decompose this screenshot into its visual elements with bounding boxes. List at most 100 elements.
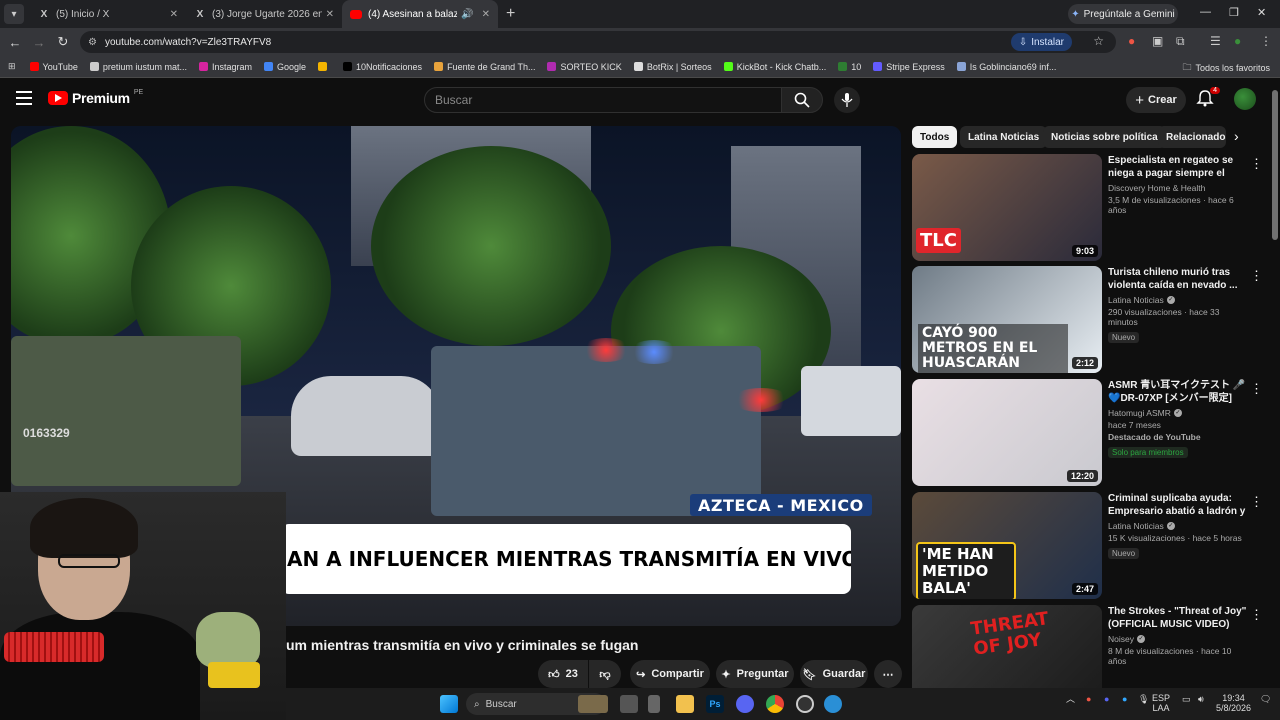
bookmark-item[interactable]: KickBot - Kick Chatb... (723, 62, 826, 72)
clock[interactable]: 19:34 5/8/2026 (1216, 693, 1251, 713)
channel-name-row[interactable]: Hatomugi ASMR ✓ (1108, 408, 1248, 418)
bookmark-item[interactable]: Google (263, 62, 306, 72)
bookmark-item[interactable]: 10 (838, 62, 861, 72)
notifications-button[interactable]: 4 (1196, 87, 1220, 109)
video-title[interactable]: ASMR 青い耳マイクテスト 🎤 💙DR-07XP [メンバー限定] (1108, 379, 1248, 405)
all-bookmarks[interactable]: 🗀 Todos los favoritos (1182, 60, 1270, 76)
apps-grid-icon[interactable]: ⊞ (8, 61, 16, 72)
app-icon[interactable] (648, 695, 660, 713)
video-thumbnail[interactable]: 'ME HAN METIDO BALA' 2:47 (912, 492, 1102, 599)
extensions-puzzle-icon[interactable]: ⧉ (1176, 34, 1185, 49)
back-arrow-icon[interactable]: ← (3, 35, 27, 50)
chip-todos[interactable]: Todos (912, 126, 958, 148)
search-button[interactable] (781, 87, 823, 113)
chip-noticias-politica[interactable]: Noticias sobre política (1043, 126, 1166, 148)
reload-icon[interactable]: ↻ (51, 34, 75, 50)
forward-arrow-icon[interactable]: → (27, 35, 51, 50)
channel-name-row[interactable]: Latina Noticias ✓ (1108, 295, 1248, 305)
video-thumbnail[interactable]: 12:20 (912, 379, 1102, 486)
search-input[interactable]: Buscar (424, 87, 782, 113)
like-button[interactable]: 👍︎ 23 (538, 660, 588, 688)
page-scrollbar[interactable] (1272, 90, 1278, 240)
ask-gemini-button[interactable]: ✦ Pregúntale a Gemini (1068, 4, 1178, 24)
bookmark-item[interactable]: pretium iustum mat... (89, 62, 187, 72)
share-button[interactable]: ↪ Compartir (630, 660, 710, 688)
channel-name-row[interactable]: Discovery Home & Health (1108, 183, 1248, 193)
browser-menu-icon[interactable]: ⋮ (1260, 34, 1272, 48)
notification-center-icon[interactable]: 🗨︎ (1260, 694, 1271, 704)
bookmark-item[interactable]: 10Notificaciones (343, 62, 422, 72)
bookmark-item[interactable]: Is Goblinciano69 inf... (956, 62, 1056, 72)
video-title[interactable]: Turista chileno murió tras violenta caíd… (1108, 266, 1248, 292)
channel-name-row[interactable]: Latina Noticias ✓ (1108, 521, 1248, 531)
discord-icon[interactable] (736, 695, 754, 713)
chip-latina-noticias[interactable]: Latina Noticias (960, 126, 1048, 148)
video-thumbnail[interactable]: CAYÓ 900 METROS EN EL HUASCARÁN 2:12 (912, 266, 1102, 373)
new-tab-button[interactable]: + (506, 5, 515, 23)
address-bar[interactable]: ⚙ youtube.com/watch?v=Zle3TRAYFV8 ⇩ Inst… (80, 31, 1116, 53)
bookmark-item[interactable]: BotRix | Sorteos (633, 62, 712, 72)
chrome-icon[interactable] (766, 695, 784, 713)
close-tab-icon[interactable]: ✕ (326, 9, 334, 20)
tray-mic-icon[interactable]: 🎙︎ (1138, 694, 1149, 704)
site-info-icon[interactable]: ⚙ (88, 37, 97, 48)
more-vertical-icon[interactable]: ⋮ (1250, 156, 1263, 172)
browser-tab-1[interactable]: X (5) Inicio / X ✕ (30, 0, 186, 28)
dislike-button[interactable]: 👎︎ (589, 660, 621, 688)
bookmark-item[interactable]: SORTEO KICK (547, 62, 622, 72)
language-indicator[interactable]: ESP LAA (1152, 693, 1170, 713)
more-vertical-icon[interactable]: ⋮ (1250, 381, 1263, 397)
photoshop-icon[interactable]: Ps (706, 695, 724, 713)
video-thumbnail[interactable]: TLC 9:03 (912, 154, 1102, 261)
youtube-premium-logo[interactable]: Premium PE (48, 89, 143, 106)
recommended-video[interactable]: TLC 9:03 Especialista en regateo se niega … (912, 154, 1270, 262)
more-vertical-icon[interactable]: ⋮ (1250, 607, 1263, 623)
tray-app-icon[interactable]: ● (1104, 694, 1109, 704)
tray-app-icon[interactable]: ● (1086, 694, 1091, 704)
close-tab-icon[interactable]: ✕ (170, 9, 178, 20)
browser-tab-3-active[interactable]: (4) Asesinan a balazos al inf... 🔊 ✕ (342, 0, 498, 28)
app-icon[interactable] (796, 695, 814, 713)
bookmark-item[interactable]: YouTube (29, 62, 78, 72)
bookmark-item[interactable] (318, 62, 331, 71)
menu-icon[interactable] (16, 91, 32, 105)
restore-icon[interactable]: ❐ (1229, 6, 1239, 19)
video-title[interactable]: Criminal suplicaba ayuda: Empresario aba… (1108, 492, 1248, 518)
minimize-icon[interactable]: — (1200, 6, 1211, 18)
recommended-video[interactable]: CAYÓ 900 METROS EN EL HUASCARÁN 2:12 Turis… (912, 266, 1270, 374)
recommended-video[interactable]: 12:20 ASMR 青い耳マイクテスト 🎤 💙DR-07XP [メンバー限定] H… (912, 379, 1270, 487)
file-explorer-icon[interactable] (676, 695, 694, 713)
install-app-button[interactable]: ⇩ Instalar (1010, 33, 1072, 51)
show-hidden-icons[interactable]: ︿ (1066, 694, 1075, 704)
extension-icon[interactable]: ▣ (1152, 34, 1163, 48)
ask-button[interactable]: ✦ Preguntar (716, 660, 794, 688)
close-window-icon[interactable]: ✕ (1257, 6, 1266, 19)
windows-start-icon[interactable] (440, 695, 458, 713)
extension-icon[interactable]: ● (1128, 34, 1135, 48)
bookmark-item[interactable]: Fuente de Grand Th... (434, 62, 535, 72)
speaker-icon[interactable]: 🔊 (461, 9, 473, 20)
close-tab-icon[interactable]: ✕ (482, 9, 490, 20)
create-button[interactable]: + Crear (1126, 87, 1186, 113)
chip-relacionados[interactable]: Relacionados (1158, 126, 1226, 148)
bookmark-star-icon[interactable]: ☆ (1093, 34, 1104, 48)
browser-tab-2[interactable]: X (3) Jorge Ugarte 2026 en X: "M... ✕ (186, 0, 342, 28)
chevron-right-icon[interactable]: › (1234, 128, 1239, 144)
save-button[interactable]: 🔖︎ Guardar (800, 660, 868, 688)
video-title[interactable]: Especialista en regateo se niega a pagar… (1108, 154, 1248, 180)
more-vertical-icon[interactable]: ⋮ (1250, 494, 1263, 510)
bookmark-item[interactable]: Stripe Express (873, 62, 945, 72)
more-vertical-icon[interactable]: ⋮ (1250, 268, 1263, 284)
account-avatar[interactable] (1234, 88, 1256, 110)
tray-app-icon[interactable]: ● (1122, 694, 1127, 704)
network-icon[interactable]: ▭ (1182, 694, 1191, 704)
task-view-icon[interactable] (620, 695, 638, 713)
tab-search-menu-button[interactable]: ▾ (4, 4, 24, 24)
video-title[interactable]: The Strokes - "Threat of Joy" (OFFICIAL … (1108, 605, 1248, 631)
more-actions-button[interactable]: ⋯ (874, 660, 902, 688)
voice-search-button[interactable] (834, 87, 860, 113)
volume-icon[interactable]: 🔊︎ (1198, 694, 1204, 704)
profile-avatar[interactable]: ● (1234, 34, 1241, 48)
recommended-video[interactable]: 'ME HAN METIDO BALA' 2:47 Criminal suplica… (912, 492, 1270, 600)
app-icon[interactable] (824, 695, 842, 713)
